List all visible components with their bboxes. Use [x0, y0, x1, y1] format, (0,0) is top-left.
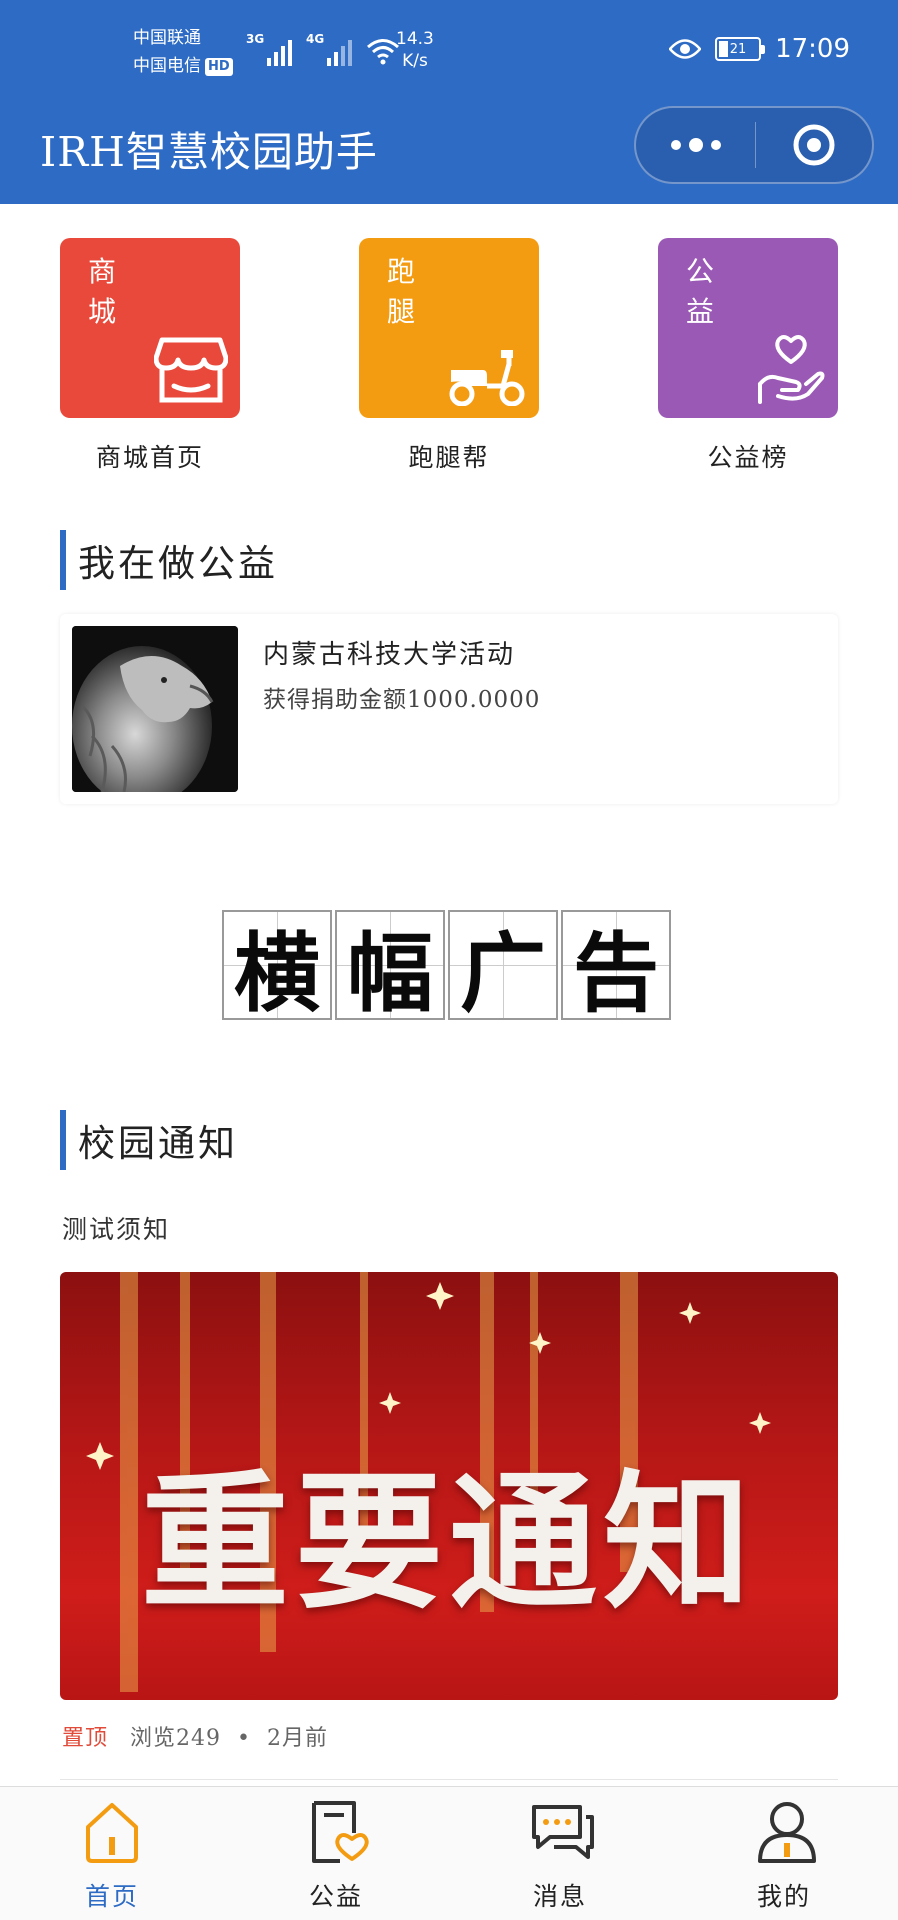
notice-time: 2月前	[267, 1726, 328, 1751]
charity-card[interactable]: 内蒙古科技大学活动 获得捐助金额1000.0000	[60, 614, 838, 804]
network-speed-value: 14.3	[396, 29, 434, 49]
charity-heading-text: 我在做公益	[78, 542, 278, 585]
tile-charity-caption[interactable]: 公益榜	[658, 438, 838, 474]
tab-home[interactable]: 首页	[42, 1787, 182, 1920]
tile-mall[interactable]: 商 城	[60, 238, 240, 418]
more-dot-icon	[688, 138, 703, 152]
tile-charity-char-2: 益	[686, 295, 715, 328]
notice-subject[interactable]: 测试须知	[62, 1210, 170, 1246]
status-time: 17:09	[775, 34, 850, 64]
tile-charity-text: 公 益	[686, 252, 716, 332]
tab-messages-label: 消息	[532, 1882, 587, 1911]
tile-mall-text: 商 城	[88, 252, 118, 332]
battery-icon: 21	[715, 37, 766, 61]
signal-4g-icon: 4G	[306, 32, 352, 66]
top-bar: 中国联通 中国电信 HD 3G 4G 14.3 K/s 21 17:09 IRH…	[0, 0, 898, 204]
banner-ad-char: 告	[561, 910, 671, 1024]
heading-accent-bar	[60, 1110, 66, 1170]
tab-profile[interactable]: 我的	[714, 1787, 854, 1920]
banner-ad-char: 横	[222, 910, 332, 1024]
signal-3g-tag: 3G	[246, 32, 265, 46]
network-speed: 14.3 K/s	[396, 28, 434, 72]
tile-errand-text: 跑 腿	[387, 252, 417, 332]
home-icon	[86, 1803, 138, 1863]
wifi-icon	[367, 39, 399, 65]
notice-meta: 置顶 浏览249 • 2月前	[62, 1720, 328, 1752]
tab-profile-label: 我的	[756, 1882, 811, 1911]
tile-errand-char-2: 腿	[387, 295, 416, 328]
carrier-name-2: 中国电信	[133, 56, 201, 76]
signal-3g-icon: 3G	[246, 32, 292, 66]
charity-amount: 获得捐助金额1000.0000	[263, 687, 541, 713]
charity-section-heading: 我在做公益	[60, 530, 278, 590]
tile-errand-char-1: 跑	[387, 255, 416, 288]
signal-indicators: 3G 4G	[246, 32, 400, 66]
page-title: IRH智慧校园助手	[40, 128, 378, 176]
carrier-info: 中国联通 中国电信 HD	[133, 24, 233, 80]
banner-ad-char: 广	[448, 910, 558, 1024]
notice-views-text: 浏览249	[130, 1726, 222, 1751]
target-icon	[793, 124, 835, 166]
notice-section-heading: 校园通知	[60, 1110, 238, 1170]
banner-ad-char: 幅	[335, 910, 445, 1024]
eye-icon	[669, 39, 702, 59]
meta-separator: •	[237, 1726, 251, 1751]
tab-charity[interactable]: 公益	[266, 1787, 406, 1920]
bottom-tab-bar: 首页 公益 消息 我的	[0, 1786, 898, 1920]
tile-mall-caption[interactable]: 商城首页	[60, 438, 240, 474]
notice-heading-text: 校园通知	[78, 1122, 238, 1165]
carrier-name-1: 中国联通	[133, 28, 201, 48]
more-options-button[interactable]	[636, 108, 755, 182]
close-mini-program-button[interactable]	[756, 108, 872, 182]
tab-charity-label: 公益	[308, 1882, 363, 1911]
network-speed-unit: K/s	[402, 51, 428, 71]
tile-mall-char-1: 商	[88, 255, 117, 288]
notice-views: 浏览249 • 2月前	[130, 1720, 328, 1752]
status-right: 21 17:09	[669, 34, 850, 64]
hd-badge: HD	[205, 58, 233, 76]
banner-ad[interactable]: 横 幅 广 告	[222, 910, 671, 1024]
charity-activity-name: 内蒙古科技大学活动	[263, 640, 516, 670]
list-divider	[60, 1779, 838, 1780]
battery-level: 21	[729, 41, 747, 57]
signal-4g-tag: 4G	[306, 32, 325, 46]
mini-program-capsule	[634, 106, 874, 184]
tab-home-label: 首页	[84, 1882, 139, 1911]
heart-in-hand-icon	[758, 335, 825, 404]
notice-image[interactable]: 重要通知	[60, 1272, 838, 1700]
lion-image	[72, 626, 238, 792]
tile-errand[interactable]: 跑 腿	[359, 238, 539, 418]
tile-mall-char-2: 城	[88, 295, 117, 328]
message-icon	[532, 1805, 594, 1859]
more-dot-icon	[710, 140, 721, 150]
tile-charity[interactable]: 公 益	[658, 238, 838, 418]
storefront-icon	[154, 337, 228, 403]
tile-charity-char-1: 公	[686, 255, 715, 288]
pinned-badge: 置顶	[62, 1726, 109, 1751]
charity-thumbnail	[72, 626, 238, 792]
notice-image-headline: 重要通知	[141, 1457, 757, 1629]
profile-icon	[758, 1802, 816, 1863]
charity-icon	[312, 1801, 369, 1863]
more-dot-icon	[670, 140, 681, 150]
scooter-icon	[449, 350, 525, 406]
tab-messages[interactable]: 消息	[490, 1787, 630, 1920]
tile-errand-caption[interactable]: 跑腿帮	[359, 438, 539, 474]
heading-accent-bar	[60, 530, 66, 590]
